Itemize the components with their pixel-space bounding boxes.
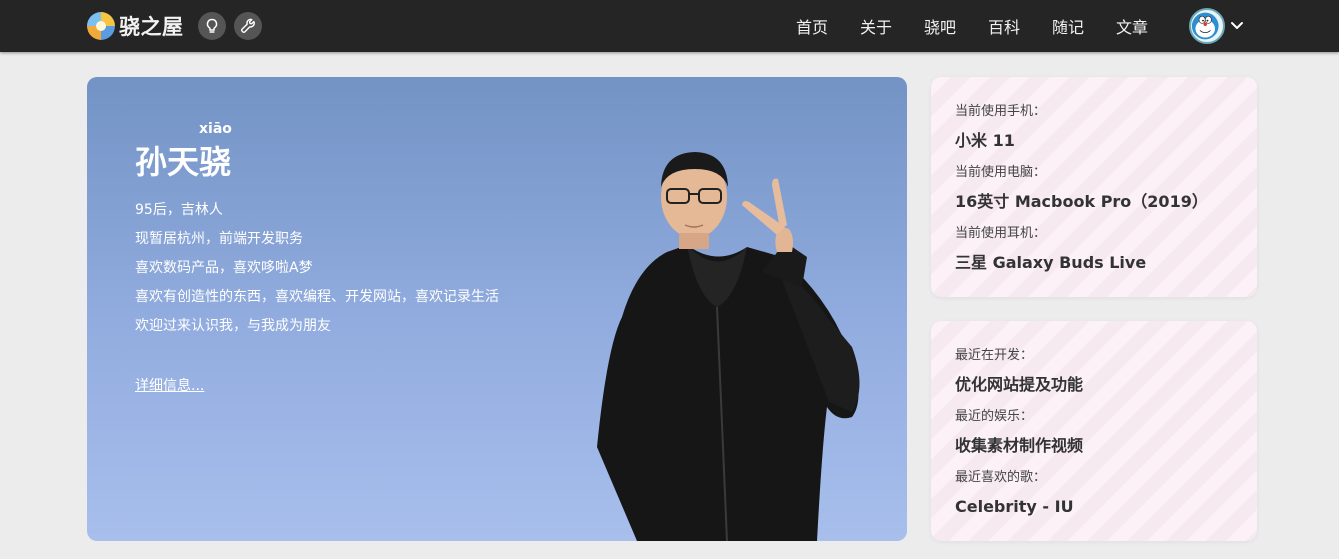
bio-line: 喜欢数码产品，喜欢哆啦A梦 <box>135 260 313 276</box>
nav-item-wiki[interactable]: 百科 <box>972 14 1036 38</box>
main-nav: 首页 关于 骁吧 百科 随记 文章 <box>780 0 1164 52</box>
nav-item-articles[interactable]: 文章 <box>1100 14 1164 38</box>
lightbulb-icon <box>206 18 218 33</box>
developing-label: 最近在开发： <box>955 348 1034 363</box>
tools-button[interactable] <box>234 12 262 40</box>
current-devices-card: 当前使用手机： 小米 11 当前使用电脑： 16英寸 Macbook Pro（2… <box>931 77 1257 297</box>
top-navbar: 骁之屋 首页 关于 骁吧 百科 随记 文章 <box>0 0 1339 52</box>
entertainment-value: 收集素材制作视频 <box>955 436 1084 455</box>
site-logo-icon <box>87 12 115 40</box>
profile-photo <box>597 152 860 541</box>
bio-line: 现暂居杭州，前端开发职务 <box>135 231 303 247</box>
nav-item-notes[interactable]: 随记 <box>1036 14 1100 38</box>
profile-name: 孙天骁 <box>135 143 232 181</box>
site-logo-link[interactable]: 骁之屋 <box>87 11 184 41</box>
profile-hero-card: xiāo 孙天骁 95后，吉林人 现暂居杭州，前端开发职务 喜欢数码产品，喜欢哆… <box>87 77 907 541</box>
phone-label: 当前使用手机： <box>955 104 1047 119</box>
lightbulb-button[interactable] <box>198 12 226 40</box>
nav-item-home[interactable]: 首页 <box>780 14 844 38</box>
recent-activity-card: 最近在开发： 优化网站提及功能 最近的娱乐： 收集素材制作视频 最近喜欢的歌： … <box>931 321 1257 541</box>
song-value: Celebrity - IU <box>955 497 1074 516</box>
details-link[interactable]: 详细信息... <box>135 375 204 395</box>
earphones-label: 当前使用耳机： <box>955 226 1047 241</box>
bio-line: 95后，吉林人 <box>135 202 223 218</box>
computer-value: 16英寸 Macbook Pro（2019） <box>955 192 1208 211</box>
earphones-value: 三星 Galaxy Buds Live <box>955 253 1147 272</box>
chevron-down-icon[interactable] <box>1229 17 1245 33</box>
nav-item-forum[interactable]: 骁吧 <box>908 14 972 38</box>
computer-label: 当前使用电脑： <box>955 165 1047 180</box>
name-pinyin: xiāo <box>199 121 232 137</box>
entertainment-label: 最近的娱乐： <box>955 409 1034 424</box>
user-avatar[interactable] <box>1189 8 1225 44</box>
bio-line: 欢迎过来认识我，与我成为朋友 <box>135 318 331 334</box>
wrench-icon <box>240 18 255 34</box>
phone-value: 小米 11 <box>955 131 1015 150</box>
song-label: 最近喜欢的歌： <box>955 470 1047 485</box>
bio-list: 95后，吉林人 现暂居杭州，前端开发职务 喜欢数码产品，喜欢哆啦A梦 喜欢有创造… <box>135 201 499 346</box>
bio-line: 喜欢有创造性的东西，喜欢编程、开发网站，喜欢记录生活 <box>135 289 499 305</box>
nav-item-about[interactable]: 关于 <box>844 14 908 38</box>
site-title: 骁之屋 <box>119 15 184 39</box>
developing-value: 优化网站提及功能 <box>955 375 1084 394</box>
doraemon-avatar-icon <box>1191 12 1219 40</box>
